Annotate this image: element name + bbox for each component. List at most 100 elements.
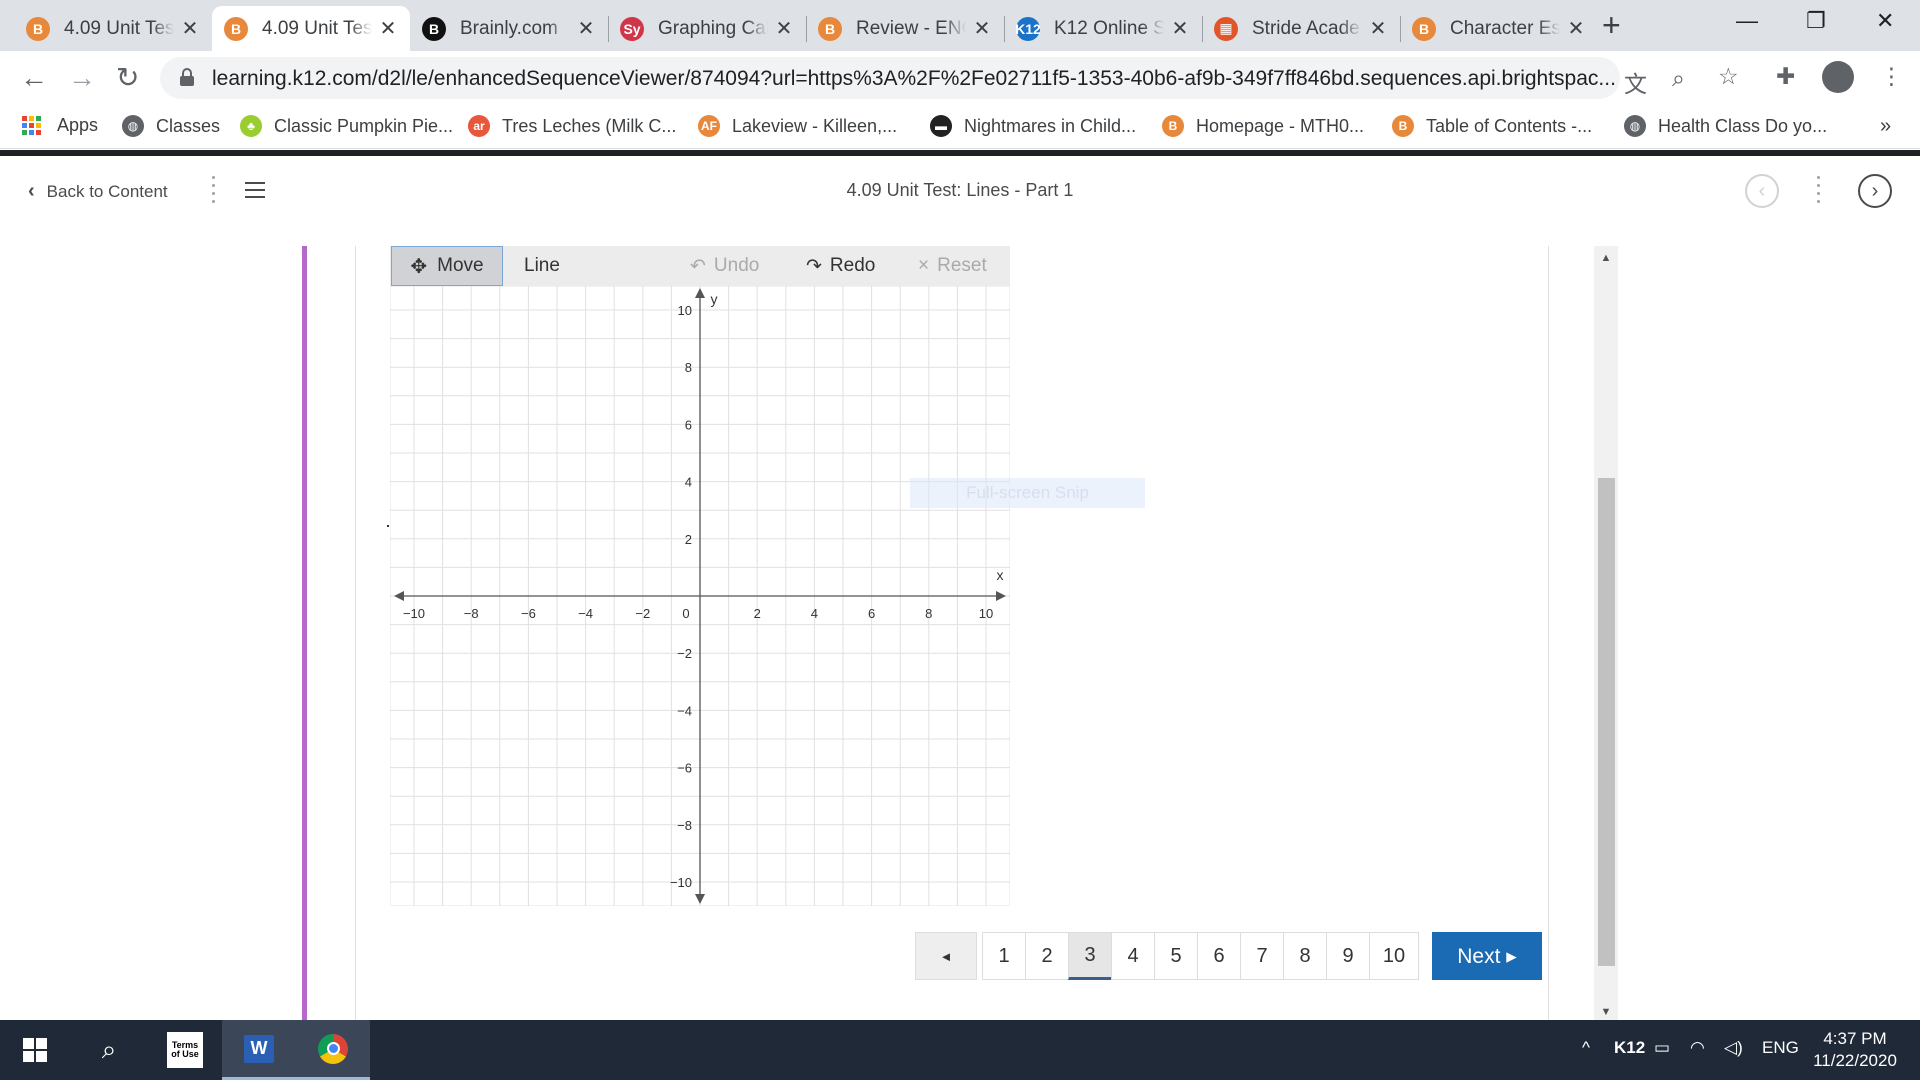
tab-close-icon[interactable]: ✕ xyxy=(378,16,398,41)
start-button[interactable] xyxy=(0,1020,70,1080)
move-tool-button[interactable]: ✥ Move xyxy=(391,246,503,286)
coordinate-grid[interactable]: −10 −8 −6 −4 −2 0 2 4 6 8 10 −10 −8 −6 −4 −2 2 4 6 8 10 x y xyxy=(390,286,1010,906)
back-arrow-icon[interactable]: ← xyxy=(20,63,48,93)
tab-close-icon[interactable]: ✕ xyxy=(576,16,596,41)
previous-page-button[interactable]: ◄ xyxy=(915,932,977,980)
chevron-left-icon: ‹ xyxy=(1758,179,1766,202)
reset-button[interactable]: × Reset xyxy=(918,246,987,286)
url-text[interactable]: learning.k12.com/d2l/le/enhancedSequence… xyxy=(212,67,1616,91)
scrollbar[interactable]: ▲ ▼ xyxy=(1594,246,1618,1022)
bookmark-item[interactable]: B Homepage - MTH0... xyxy=(1162,115,1364,137)
browser-tab[interactable]: B 4.09 Unit Test ✕ xyxy=(212,6,410,51)
undo-button[interactable]: ↶ Undo xyxy=(690,246,759,286)
reset-label: Reset xyxy=(937,255,987,276)
minimize-button[interactable]: — xyxy=(1736,8,1758,34)
line-tool-button[interactable]: Line xyxy=(524,246,560,286)
tab-favicon-icon: ▦ xyxy=(1214,16,1238,41)
zoom-icon[interactable]: ⌕ xyxy=(1672,65,1685,92)
page-number-button[interactable]: 9 xyxy=(1326,932,1370,980)
word-app[interactable]: W xyxy=(222,1020,296,1080)
tab-close-icon[interactable]: ✕ xyxy=(1368,16,1388,41)
scroll-up-icon[interactable]: ▲ xyxy=(1594,252,1618,264)
search-icon[interactable]: ⌕ xyxy=(72,1020,146,1080)
k12-tray-icon[interactable]: K12 xyxy=(1614,1038,1645,1058)
bookmark-item[interactable]: B Table of Contents -... xyxy=(1392,115,1592,137)
y-axis-label: y xyxy=(711,291,718,307)
x-tick-label: 10 xyxy=(979,606,993,621)
chrome-app[interactable] xyxy=(296,1020,370,1080)
bookmark-item[interactable]: ar Tres Leches (Milk C... xyxy=(468,115,676,137)
tab-title: 4.09 Unit Test xyxy=(262,17,372,39)
reset-icon: × xyxy=(918,255,930,276)
tab-favicon-icon: K12 xyxy=(1015,16,1041,41)
bookmark-item[interactable]: ◍ Classes xyxy=(122,115,220,137)
new-tab-button[interactable]: + xyxy=(1602,9,1621,41)
forward-arrow-icon[interactable]: → xyxy=(68,63,96,93)
browser-tab[interactable]: B Character Es ✕ xyxy=(1400,6,1598,51)
redo-label: Redo xyxy=(829,255,876,276)
graph-toolbar: ✥ Move Line ↶ Undo ↷ Redo × Reset xyxy=(390,246,1010,286)
panel-border xyxy=(355,246,356,1022)
bookmarks-overflow-icon[interactable]: » xyxy=(1880,115,1891,138)
chrome-menu-icon[interactable]: ⋮ xyxy=(1880,63,1903,90)
tab-close-icon[interactable]: ✕ xyxy=(1170,16,1190,41)
page-number-button[interactable]: 5 xyxy=(1154,932,1198,980)
bookmark-label: Homepage - MTH0... xyxy=(1196,115,1365,136)
bookmark-item[interactable]: ♣ Classic Pumpkin Pie... xyxy=(240,115,453,137)
page-number-button[interactable]: 4 xyxy=(1111,932,1155,980)
next-page-button[interactable]: Next ▸ xyxy=(1432,932,1542,980)
restore-button[interactable]: ❐ xyxy=(1806,8,1826,34)
star-icon[interactable]: ☆ xyxy=(1718,63,1739,90)
clock-date: 11/22/2020 xyxy=(1813,1051,1897,1070)
battery-icon[interactable]: ▭ xyxy=(1654,1038,1670,1058)
bookmark-label: Table of Contents -... xyxy=(1426,115,1593,136)
bookmark-item[interactable]: ◍ Health Class Do yo... xyxy=(1624,115,1827,137)
browser-toolbar: ← → ↻ learning.k12.com/d2l/le/enhancedSe… xyxy=(0,51,1920,105)
terms-of-use-app[interactable]: Terms of Use xyxy=(148,1020,222,1080)
previous-activity-button[interactable]: ‹ xyxy=(1745,174,1779,208)
browser-tab[interactable]: B 4.09 Unit Test ✕ xyxy=(14,6,212,51)
extensions-puzzle-icon[interactable]: ✚ xyxy=(1776,63,1795,90)
address-bar[interactable]: learning.k12.com/d2l/le/enhancedSequence… xyxy=(160,57,1647,99)
lock-icon[interactable] xyxy=(180,68,194,86)
bookmark-item[interactable]: Apps xyxy=(22,115,98,136)
panel-border xyxy=(1548,246,1549,1022)
page-number-button[interactable]: 1 xyxy=(982,932,1026,980)
scroll-down-icon[interactable]: ▼ xyxy=(1594,1006,1618,1018)
page-number-button[interactable]: 7 xyxy=(1240,932,1284,980)
bookmark-item[interactable]: ▬ Nightmares in Child... xyxy=(930,115,1136,137)
scrollbar-thumb[interactable] xyxy=(1598,478,1615,966)
page-number-button[interactable]: 10 xyxy=(1369,932,1419,980)
page-number-button[interactable]: 6 xyxy=(1197,932,1241,980)
profile-icon[interactable] xyxy=(1822,61,1854,93)
tray-overflow-icon[interactable]: ^ xyxy=(1582,1038,1590,1058)
language-indicator[interactable]: ENG xyxy=(1762,1038,1799,1058)
tab-close-icon[interactable]: ✕ xyxy=(180,16,200,41)
redo-button[interactable]: ↷ Redo xyxy=(806,246,875,286)
tab-close-icon[interactable]: ✕ xyxy=(972,16,992,41)
windows-logo-icon xyxy=(23,1038,47,1062)
reload-icon[interactable]: ↻ xyxy=(116,63,139,93)
tab-title: Brainly.com xyxy=(460,17,558,39)
terms-of-use-icon: Terms of Use xyxy=(167,1032,203,1068)
chevron-right-icon: › xyxy=(1871,179,1879,202)
tab-close-icon[interactable]: ✕ xyxy=(774,16,794,41)
browser-tab[interactable]: B Brainly.com ✕ xyxy=(410,6,608,51)
page-number-button[interactable]: 8 xyxy=(1283,932,1327,980)
browser-tab[interactable]: Sy Graphing Calc ✕ xyxy=(608,6,806,51)
tab-title: K12 Online S xyxy=(1054,17,1164,39)
browser-tab[interactable]: K12 K12 Online S ✕ xyxy=(1004,6,1202,51)
browser-tab[interactable]: B Review - ENG ✕ xyxy=(806,6,1004,51)
bookmark-label: Nightmares in Child... xyxy=(964,115,1137,136)
page-number-button[interactable]: 2 xyxy=(1025,932,1069,980)
next-activity-button[interactable]: › xyxy=(1858,174,1892,208)
page-number-button[interactable]: 3 xyxy=(1068,932,1112,980)
translate-icon[interactable]: ⽂ xyxy=(1624,65,1647,99)
tab-close-icon[interactable]: ✕ xyxy=(1566,16,1586,41)
bookmark-item[interactable]: AF Lakeview - Killeen,... xyxy=(698,115,897,137)
volume-icon[interactable]: ◁) xyxy=(1724,1038,1743,1058)
clock[interactable]: 4:37 PM 11/22/2020 xyxy=(1800,1028,1910,1072)
close-window-button[interactable]: ✕ xyxy=(1876,8,1894,34)
browser-tab[interactable]: ▦ Stride Acade ✕ xyxy=(1202,6,1400,51)
wifi-icon[interactable]: ◠ xyxy=(1690,1038,1705,1058)
